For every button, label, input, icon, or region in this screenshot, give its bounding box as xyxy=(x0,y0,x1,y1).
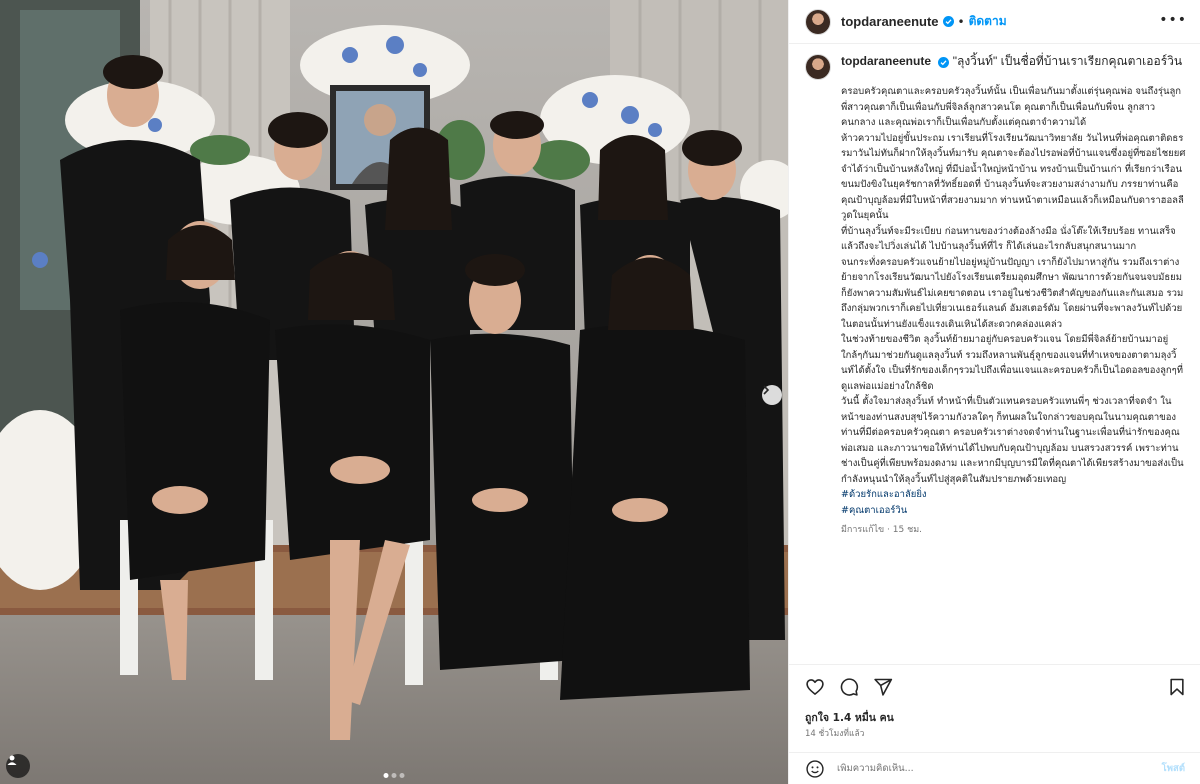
hashtag-link[interactable]: #ด้วยรักและอาลัยยิ่ง xyxy=(841,487,1187,503)
caption-paragraph: ในช่วงท้ายของชีวิต ลุงวิ้นท์ย้ายมาอยู่กั… xyxy=(841,334,1184,392)
caption-area[interactable]: topdaraneenute "ลุงวิ้นท์" เป็นชื่อที่บ้… xyxy=(789,52,1200,632)
caption-text: ครอบครัวคุณตาและครอบครัวลุงวิ้นท์นั้น เป… xyxy=(841,84,1187,487)
comment-input[interactable] xyxy=(837,763,1162,774)
post-author-username[interactable]: topdaraneenute xyxy=(841,14,939,29)
caption-paragraph: ห้าวความไปอยู่ขั้นประถม เราเรียนที่โรงเร… xyxy=(841,132,1186,222)
avatar[interactable] xyxy=(805,54,831,80)
comment-icon[interactable] xyxy=(839,677,859,697)
post-photo[interactable] xyxy=(0,0,788,784)
chevron-right-icon[interactable] xyxy=(762,385,782,405)
follow-button[interactable]: ติดตาม xyxy=(969,12,1007,31)
funeral-group-photo xyxy=(0,0,788,784)
separator-dot: • xyxy=(957,14,965,29)
caption-title: "ลุงวิ้นท์" เป็นชื่อที่บ้านเราเรียกคุณตา… xyxy=(952,54,1183,68)
post-side-panel: topdaraneenute • ติดตาม ••• topdaraneenu… xyxy=(788,0,1200,784)
heart-icon[interactable] xyxy=(805,677,825,697)
post-actions: ถูกใจ 1.4 หมื่น คน 14 ชั่วโมงที่แล้ว xyxy=(789,664,1200,739)
emoji-icon[interactable] xyxy=(805,759,825,779)
caption-paragraph: ที่บ้านลุงวิ้นท์จะมีระเบียบ ก่อนทานของว่… xyxy=(841,225,1176,253)
caption-timestamp: มีการแก้ไข · 15 ชม. xyxy=(841,525,922,535)
caption-paragraph: วันนี้ ตั้งใจมาส่งลุงวิ้นท์ ทำหน้าที่เป็… xyxy=(841,396,1184,485)
avatar[interactable] xyxy=(805,8,831,35)
verified-badge-icon xyxy=(942,16,954,27)
more-icon[interactable]: ••• xyxy=(1159,12,1187,28)
caption-username[interactable]: topdaraneenute xyxy=(841,54,931,68)
post-comment-button[interactable]: โพสต์ xyxy=(1162,761,1185,776)
post-header: topdaraneenute • ติดตาม ••• xyxy=(789,0,1200,44)
carousel-dot xyxy=(391,773,397,778)
hashtag-link[interactable]: #คุณตาเออร์วิน xyxy=(841,503,1187,519)
caption-paragraph: จนกระทั่งครอบครัวแจนย้ายไปอยู่หมู่บ้านปั… xyxy=(841,256,1184,330)
caption-row: topdaraneenute "ลุงวิ้นท์" เป็นชื่อที่บ้… xyxy=(805,52,1187,536)
caption-body: topdaraneenute "ลุงวิ้นท์" เป็นชื่อที่บ้… xyxy=(841,52,1187,536)
post-timestamp[interactable]: 14 ชั่วโมงที่แล้ว xyxy=(805,726,864,740)
verified-badge-icon xyxy=(938,57,950,68)
comment-bar: โพสต์ xyxy=(789,752,1200,784)
bookmark-icon[interactable] xyxy=(1167,677,1187,697)
like-count[interactable]: ถูกใจ 1.4 หมื่น คน xyxy=(805,709,894,726)
caption-paragraph: ครอบครัวคุณตาและครอบครัวลุงวิ้นท์นั้น เป… xyxy=(841,86,1182,128)
carousel-dots xyxy=(383,773,405,778)
action-icons xyxy=(805,677,893,697)
carousel-dot xyxy=(399,773,405,778)
instagram-post-window: topdaraneenute • ติดตาม ••• topdaraneenu… xyxy=(0,0,1200,784)
caption-header: topdaraneenute "ลุงวิ้นท์" เป็นชื่อที่บ้… xyxy=(841,52,1187,70)
carousel-dot-active xyxy=(383,773,389,778)
send-icon[interactable] xyxy=(873,677,893,697)
user-tag-icon[interactable] xyxy=(6,754,30,778)
